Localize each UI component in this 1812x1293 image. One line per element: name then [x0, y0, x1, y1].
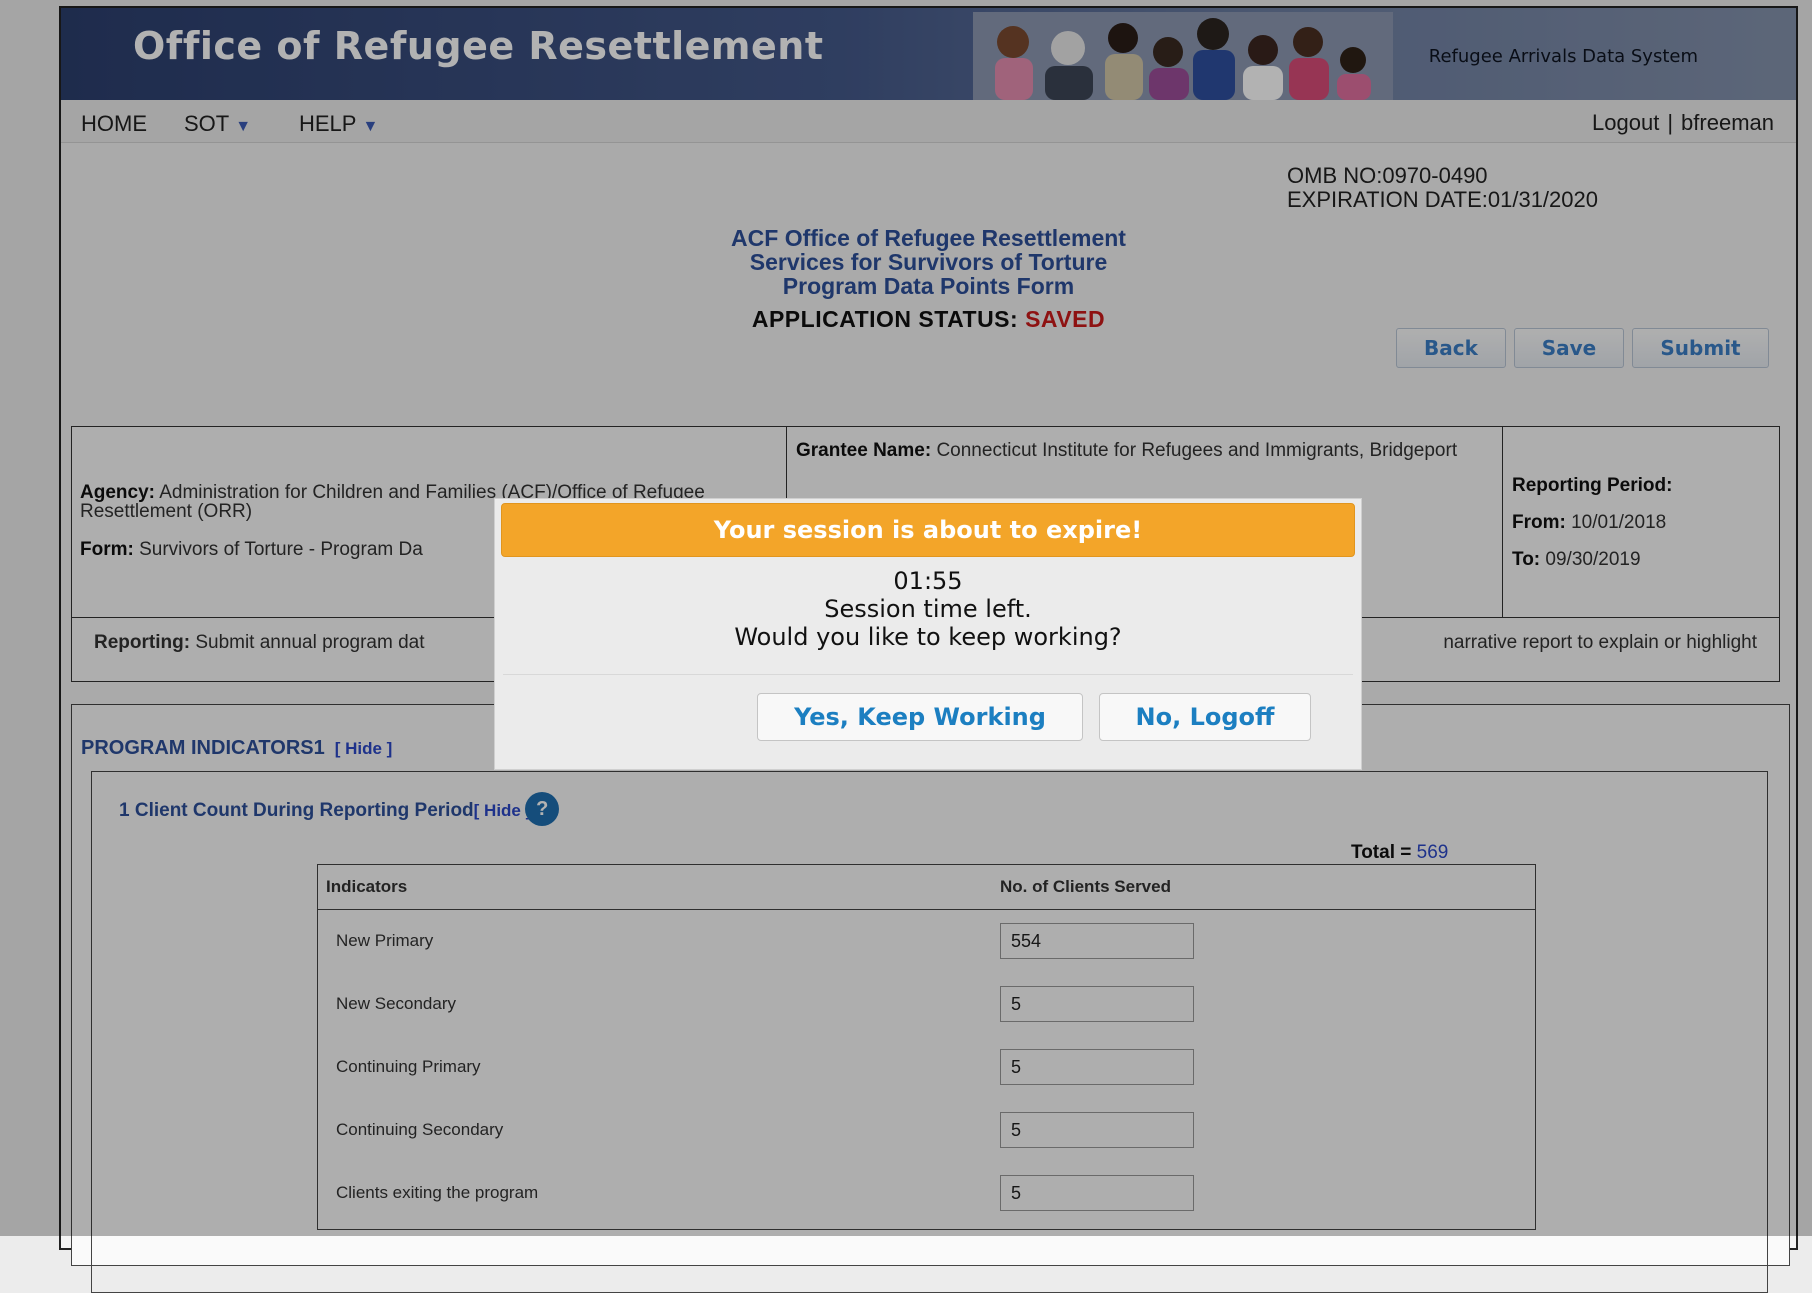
dialog-title: Your session is about to expire!: [501, 503, 1355, 557]
session-timeout-dialog: Your session is about to expire! 01:55 S…: [494, 498, 1362, 770]
dialog-divider: [503, 674, 1353, 675]
session-message: Session time left.: [824, 595, 1032, 623]
dialog-body: 01:55 Session time left. Would you like …: [495, 567, 1361, 651]
keep-working-button[interactable]: Yes, Keep Working: [757, 693, 1083, 741]
keep-working-question: Would you like to keep working?: [734, 623, 1122, 651]
logoff-button[interactable]: No, Logoff: [1099, 693, 1311, 741]
countdown-timer: 01:55: [893, 567, 963, 595]
